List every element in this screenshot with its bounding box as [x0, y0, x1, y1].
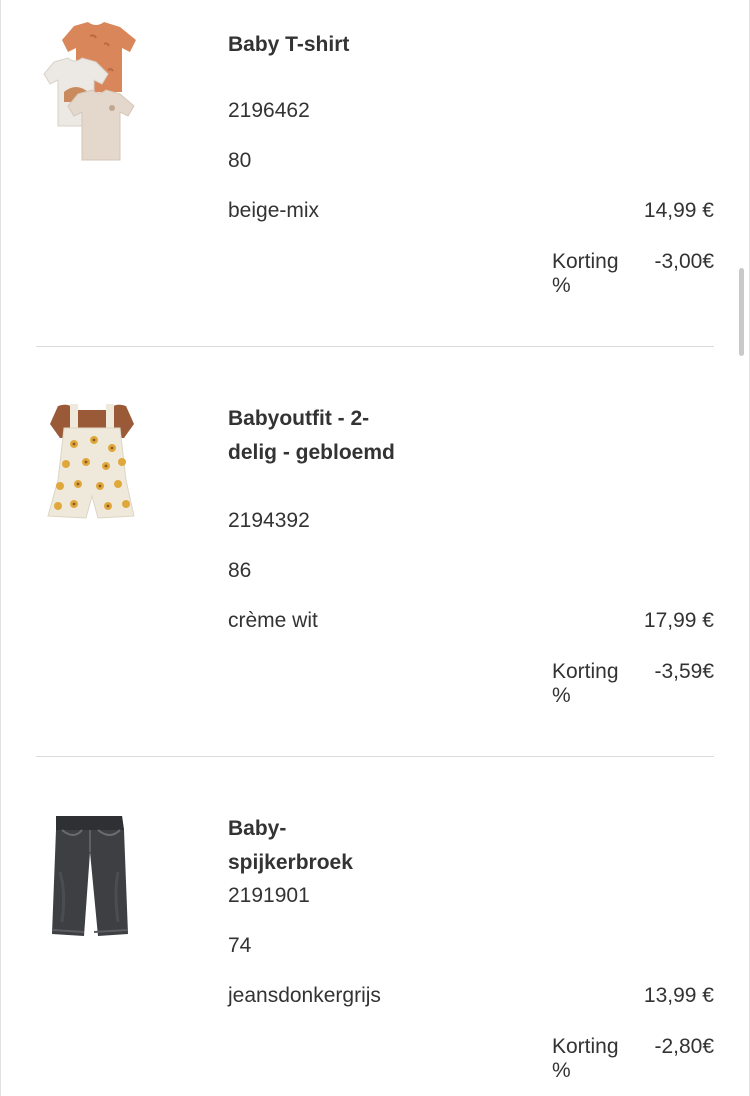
- product-size: 80: [228, 149, 252, 172]
- jeans-icon: [51, 816, 129, 936]
- product-image-romper-outfit[interactable]: [42, 400, 142, 540]
- product-name[interactable]: Babyoutfit - 2-delig - gebloemd: [228, 402, 398, 470]
- product-price: 13,99 €: [643, 984, 714, 1007]
- product-article-number: 2196462: [228, 99, 310, 122]
- product-color: jeansdonkergrijs: [228, 984, 381, 1007]
- discount-value: -3,59€: [654, 660, 714, 683]
- discount-label: Korting %: [552, 250, 619, 297]
- product-name[interactable]: Baby-spijkerbroek: [228, 812, 398, 880]
- product-article-number: 2191901: [228, 884, 310, 907]
- romper-outfit-icon: [47, 404, 135, 519]
- product-price: 14,99 €: [643, 199, 714, 222]
- product-color: beige-mix: [228, 199, 320, 222]
- item-divider: [36, 346, 714, 347]
- order-item: Babyoutfit - 2-delig - gebloemd 2194392 …: [36, 400, 714, 720]
- product-image-tshirt-set[interactable]: [42, 22, 142, 162]
- tshirt-set-icon: [43, 22, 136, 161]
- product-name[interactable]: Baby T-shirt: [228, 28, 398, 62]
- product-price: 17,99 €: [643, 609, 714, 632]
- scrollbar[interactable]: [739, 268, 744, 356]
- discount-value: -2,80€: [654, 1035, 714, 1058]
- discount-value: -3,00€: [654, 250, 714, 273]
- order-item: Baby-spijkerbroek 2191901 74 jeansdonker…: [36, 812, 714, 1096]
- product-size: 86: [228, 559, 252, 582]
- order-item: Baby T-shirt 2196462 80 beige-mix 14,99 …: [36, 22, 714, 322]
- product-color: crème wit: [228, 609, 318, 632]
- product-article-number: 2194392: [228, 509, 310, 532]
- product-image-jeans[interactable]: [48, 812, 132, 952]
- item-divider: [36, 756, 714, 757]
- product-size: 74: [228, 934, 252, 957]
- discount-label: Korting %: [552, 1035, 619, 1082]
- discount-label: Korting %: [552, 660, 619, 707]
